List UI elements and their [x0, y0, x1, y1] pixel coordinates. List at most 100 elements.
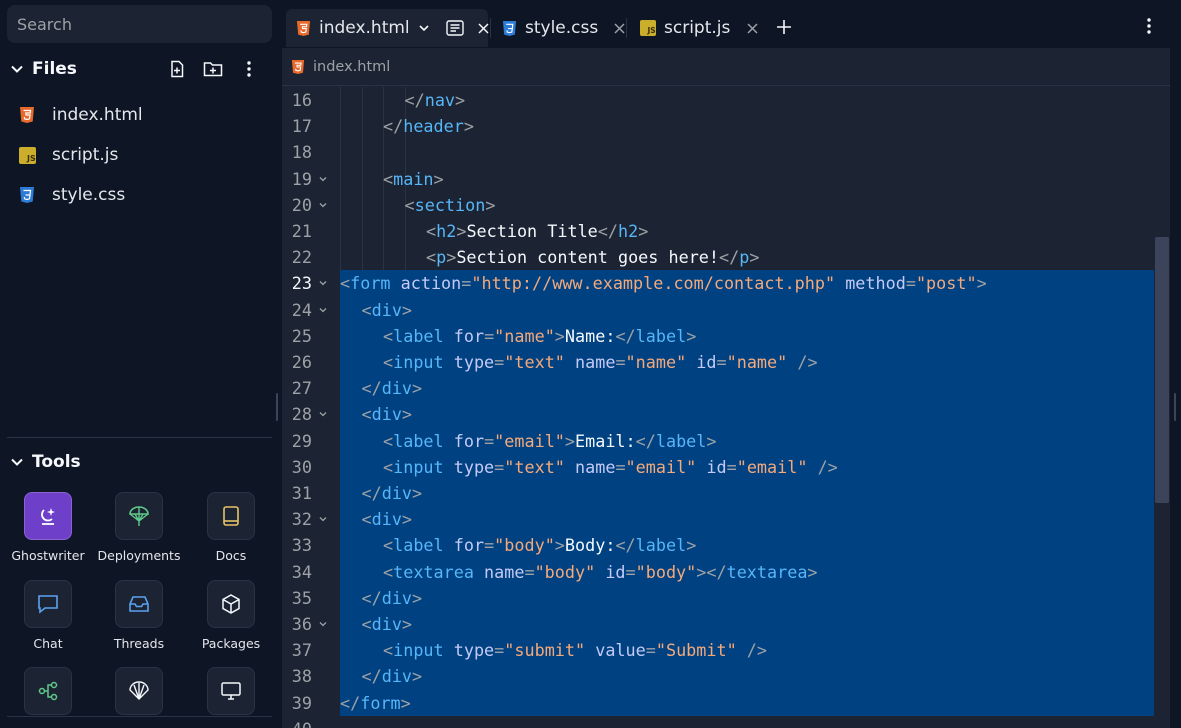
fold-chevron-icon[interactable] [318, 409, 328, 419]
code-line[interactable]: 40 [282, 716, 1170, 728]
code-text: <input type="text" name="name" id="name"… [383, 352, 818, 372]
fold-chevron-icon[interactable] [318, 200, 328, 210]
code-line[interactable]: 28 <div> [282, 401, 1170, 427]
chevron-down-icon[interactable] [418, 22, 430, 34]
fold-chevron-icon[interactable] [318, 514, 328, 524]
file-item-index-html[interactable]: index.html [0, 96, 272, 134]
threads-icon[interactable] [115, 580, 163, 628]
tool-shell[interactable] [94, 667, 184, 728]
code-line[interactable]: 18 [282, 139, 1170, 165]
line-number: 19 [291, 168, 312, 189]
pane-resize-handle[interactable] [1174, 393, 1176, 421]
tab-index-html[interactable]: index.html [286, 9, 489, 47]
tool-ghostwriter[interactable]: Ghostwriter [3, 492, 93, 572]
code-line[interactable]: 32 <div> [282, 506, 1170, 532]
files-section-header[interactable]: Files [0, 54, 272, 84]
code-text: <p>Section content goes here!</p> [426, 247, 760, 268]
close-icon[interactable] [614, 20, 625, 36]
code-text: </div> [361, 666, 423, 687]
code-line[interactable]: 33 <label for="body">Body:</label> [282, 532, 1170, 558]
code-line[interactable]: 24 <div> [282, 297, 1170, 323]
code-line[interactable]: 22 <p>Section content goes here!</p> [282, 244, 1170, 270]
code-line[interactable]: 16 </nav> [282, 87, 1170, 113]
ghostwriter-icon[interactable] [24, 492, 72, 540]
sidebar: Files index.html JS script.js style.c [0, 0, 280, 728]
breadcrumb: index.html [282, 48, 1170, 86]
code-editor[interactable]: 16 </nav> 17 </header> 18 19 <main> 20 <section>… [282, 87, 1170, 728]
tool-threads[interactable]: Threads [94, 580, 184, 660]
deployments-icon[interactable] [115, 492, 163, 540]
code-line[interactable]: 38 </div> [282, 663, 1170, 689]
code-text: <input type="submit" value="Submit" /> [383, 640, 768, 661]
tab-script-js[interactable]: JS script.js [630, 9, 758, 47]
chat-icon[interactable] [24, 580, 72, 628]
fold-chevron-icon[interactable] [318, 278, 328, 288]
tool-webview[interactable] [186, 667, 276, 728]
outline-icon[interactable] [445, 20, 464, 36]
tool-git[interactable] [3, 667, 93, 728]
code-text: <section> [404, 194, 496, 215]
line-number: 34 [291, 561, 312, 582]
git-icon[interactable] [24, 667, 72, 715]
sidebar-resize-handle[interactable] [276, 393, 278, 421]
code-line[interactable]: 34 <textarea name="body" id="body"></text… [282, 559, 1170, 585]
line-number: 27 [291, 378, 312, 399]
docs-icon[interactable] [207, 492, 255, 540]
line-number: 16 [291, 90, 312, 110]
tool-deployments[interactable]: Deployments [94, 492, 184, 572]
code-text: <label for="email">Email:</label> [383, 430, 717, 451]
tool-chat[interactable]: Chat [3, 580, 93, 660]
divider [7, 716, 272, 717]
line-number: 36 [291, 614, 312, 634]
code-line[interactable]: 30 <input type="text" name="email" id="em… [282, 454, 1170, 480]
code-text: </div> [361, 587, 423, 608]
tool-packages[interactable]: Packages [186, 580, 276, 660]
chevron-down-icon[interactable] [10, 455, 24, 469]
line-number: 28 [291, 404, 312, 425]
code-line[interactable]: 31 </div> [282, 480, 1170, 506]
close-icon[interactable] [478, 20, 489, 36]
code-line[interactable]: 35 </div> [282, 585, 1170, 611]
file-item-script-js[interactable]: JS script.js [0, 136, 272, 174]
line-number: 17 [291, 116, 312, 137]
file-name: style.css [52, 185, 126, 205]
code-line[interactable]: 36 <div> [282, 611, 1170, 637]
close-icon[interactable] [746, 20, 758, 36]
more-vertical-icon[interactable] [238, 58, 260, 80]
shell-icon[interactable] [115, 667, 163, 715]
code-line[interactable]: 19 <main> [282, 166, 1170, 192]
vertical-scrollbar[interactable] [1155, 237, 1169, 503]
code-line[interactable]: 25 <label for="name">Name:</label> [282, 323, 1170, 349]
more-vertical-icon[interactable] [1142, 16, 1156, 36]
tool-docs[interactable]: Docs [186, 492, 276, 572]
code-line[interactable]: 26 <input type="text" name="name" id="nam… [282, 349, 1170, 375]
code-line[interactable]: 39 </form> [282, 690, 1170, 716]
line-number: 37 [291, 640, 312, 661]
new-folder-icon[interactable] [202, 58, 224, 80]
add-tab-icon[interactable] [774, 17, 794, 37]
code-line[interactable]: 17 </header> [282, 113, 1170, 139]
search-input[interactable] [7, 5, 272, 43]
code-line[interactable]: 20 <section> [282, 192, 1170, 218]
code-line[interactable]: 29 <label for="email">Email:</label> [282, 428, 1170, 454]
webview-icon[interactable] [207, 667, 255, 715]
line-number: 31 [291, 483, 312, 503]
code-line[interactable]: 27 </div> [282, 375, 1170, 401]
file-name: script.js [52, 145, 119, 165]
code-line[interactable]: 21 <h2>Section Title</h2> [282, 218, 1170, 244]
fold-chevron-icon[interactable] [318, 619, 328, 629]
tool-label: Chat [33, 636, 63, 651]
tab-style-css[interactable]: style.css [492, 9, 625, 47]
fold-chevron-icon[interactable] [318, 305, 328, 315]
code-line[interactable]: 23 <form action="http://www.example.com/c… [282, 270, 1170, 296]
code-line[interactable]: 37 <input type="submit" value="Submit" /> [282, 637, 1170, 663]
tool-label: Threads [113, 636, 165, 651]
breadcrumb-file[interactable]: index.html [313, 59, 390, 75]
js-file-icon: JS [18, 146, 36, 164]
chevron-down-icon[interactable] [10, 62, 24, 76]
tools-section-header[interactable]: Tools [0, 447, 272, 477]
packages-icon[interactable] [207, 580, 255, 628]
file-item-style-css[interactable]: style.css [0, 176, 272, 214]
fold-chevron-icon[interactable] [318, 174, 328, 184]
new-file-icon[interactable] [166, 58, 188, 80]
